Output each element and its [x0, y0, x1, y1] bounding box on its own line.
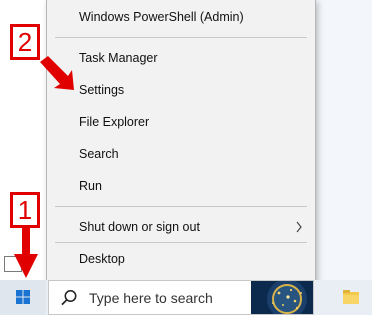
start-button[interactable]	[0, 280, 46, 315]
menu-item-run[interactable]: Run	[47, 171, 315, 201]
search-highlight-image	[251, 281, 313, 314]
annotation-arrow-diagonal-icon	[40, 56, 74, 90]
search-icon	[61, 290, 77, 306]
menu-separator	[55, 206, 307, 207]
menu-item-label: Search	[79, 147, 119, 161]
menu-item-file-explorer[interactable]: File Explorer	[47, 107, 315, 137]
menu-separator	[55, 242, 307, 243]
file-explorer-icon[interactable]	[342, 288, 360, 306]
menu-item-label: File Explorer	[79, 115, 150, 129]
menu-item-task-manager[interactable]: Task Manager	[47, 43, 315, 73]
menu-item-search[interactable]: Search	[47, 139, 315, 169]
annotation-badge-1: 1	[10, 192, 40, 228]
menu-item-label: Shut down or sign out	[79, 220, 200, 234]
taskbar-search-box[interactable]: Type here to search	[48, 280, 314, 315]
menu-separator	[55, 37, 307, 38]
menu-item-label: Settings	[79, 83, 125, 97]
power-user-menu: Windows PowerShell (Admin) Task Manager …	[46, 0, 316, 282]
annotation-arrow-down-icon	[14, 228, 38, 278]
taskbar: Type here to search	[0, 280, 372, 315]
menu-item-shut-down-sign-out[interactable]: Shut down or sign out	[47, 212, 315, 242]
menu-item-powershell-admin[interactable]: Windows PowerShell (Admin)	[47, 2, 315, 32]
menu-item-desktop[interactable]: Desktop	[47, 244, 315, 274]
search-placeholder: Type here to search	[89, 290, 213, 306]
windows-logo-icon	[16, 290, 30, 304]
menu-item-label: Task Manager	[79, 51, 158, 65]
menu-item-label: Windows PowerShell (Admin)	[79, 10, 244, 24]
desktop-right-area	[316, 0, 372, 280]
menu-item-label: Desktop	[79, 252, 125, 266]
menu-item-label: Run	[79, 179, 102, 193]
menu-item-settings[interactable]: Settings	[47, 75, 315, 105]
annotation-badge-2: 2	[10, 24, 40, 60]
